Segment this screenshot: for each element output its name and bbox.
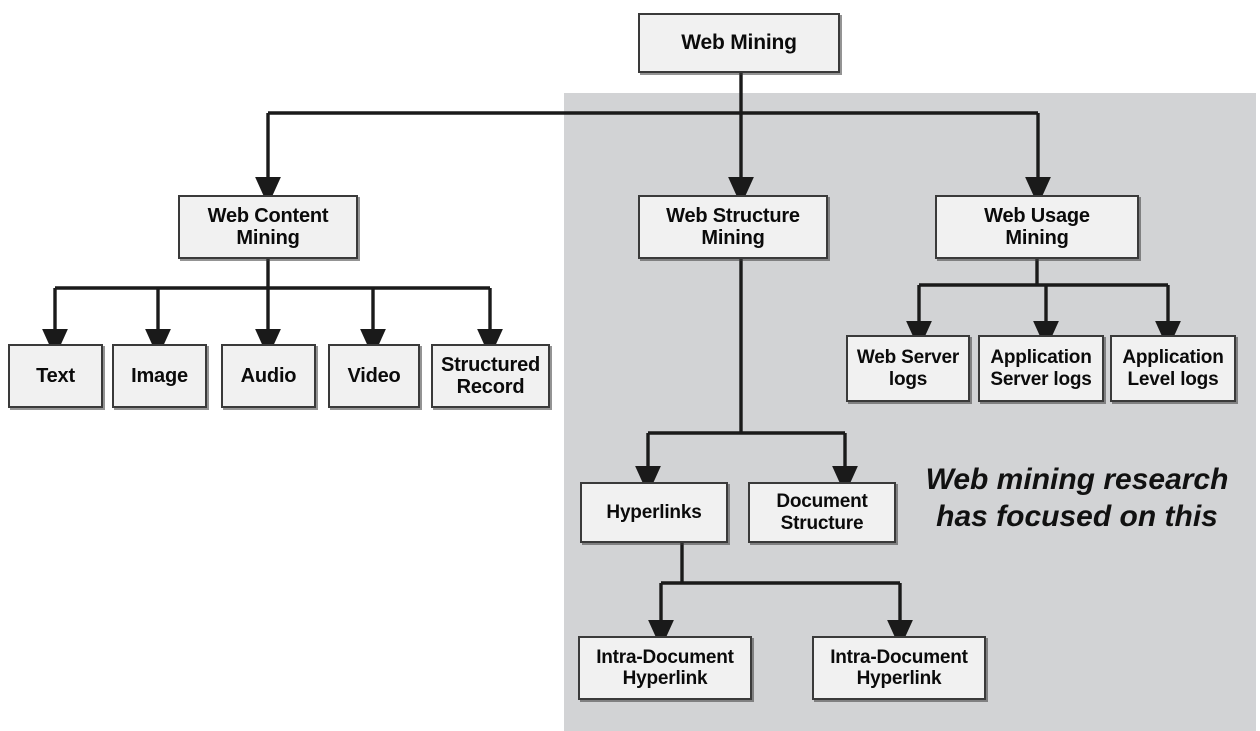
node-text[interactable]: Text <box>8 344 103 408</box>
node-application-server-logs[interactable]: Application Server logs <box>978 335 1104 402</box>
node-video[interactable]: Video <box>328 344 420 408</box>
node-web-structure-mining[interactable]: Web Structure Mining <box>638 195 828 259</box>
node-hyperlinks[interactable]: Hyperlinks <box>580 482 728 543</box>
node-audio[interactable]: Audio <box>221 344 316 408</box>
node-application-server-logs-label: Application Server logs <box>990 347 1092 390</box>
node-structured-record[interactable]: Structured Record <box>431 344 550 408</box>
node-video-label: Video <box>347 364 401 387</box>
node-intra-document-hyperlink-right[interactable]: Intra-Document Hyperlink <box>812 636 986 700</box>
node-image-label: Image <box>131 364 188 387</box>
node-application-level-logs[interactable]: Application Level logs <box>1110 335 1236 402</box>
node-image[interactable]: Image <box>112 344 207 408</box>
node-hyperlinks-label: Hyperlinks <box>606 501 702 523</box>
node-intra-document-hyperlink-left-label: Intra-Document Hyperlink <box>596 646 734 689</box>
node-document-structure[interactable]: Document Structure <box>748 482 896 543</box>
node-web-server-logs-label: Web Server logs <box>856 347 960 390</box>
node-text-label: Text <box>36 364 75 387</box>
node-intra-document-hyperlink-left[interactable]: Intra-Document Hyperlink <box>578 636 752 700</box>
node-intra-document-hyperlink-right-label: Intra-Document Hyperlink <box>830 646 968 689</box>
node-web-mining[interactable]: Web Mining <box>638 13 840 73</box>
node-web-usage-mining-label: Web Usage Mining <box>984 204 1090 249</box>
node-structured-record-label: Structured Record <box>440 353 541 398</box>
node-web-server-logs[interactable]: Web Server logs <box>846 335 970 402</box>
node-web-usage-mining[interactable]: Web Usage Mining <box>935 195 1139 259</box>
node-document-structure-label: Document Structure <box>776 491 868 534</box>
node-web-mining-label: Web Mining <box>681 31 797 55</box>
node-application-level-logs-label: Application Level logs <box>1122 347 1224 390</box>
node-web-content-mining[interactable]: Web Content Mining <box>178 195 358 259</box>
diagram-canvas: Web Mining Web Content Mining Web Struct… <box>0 0 1260 731</box>
node-audio-label: Audio <box>240 364 297 387</box>
focus-annotation-text: Web mining research has focused on this <box>925 463 1229 533</box>
node-web-structure-mining-label: Web Structure Mining <box>666 204 800 249</box>
node-web-content-mining-label: Web Content Mining <box>207 204 329 249</box>
